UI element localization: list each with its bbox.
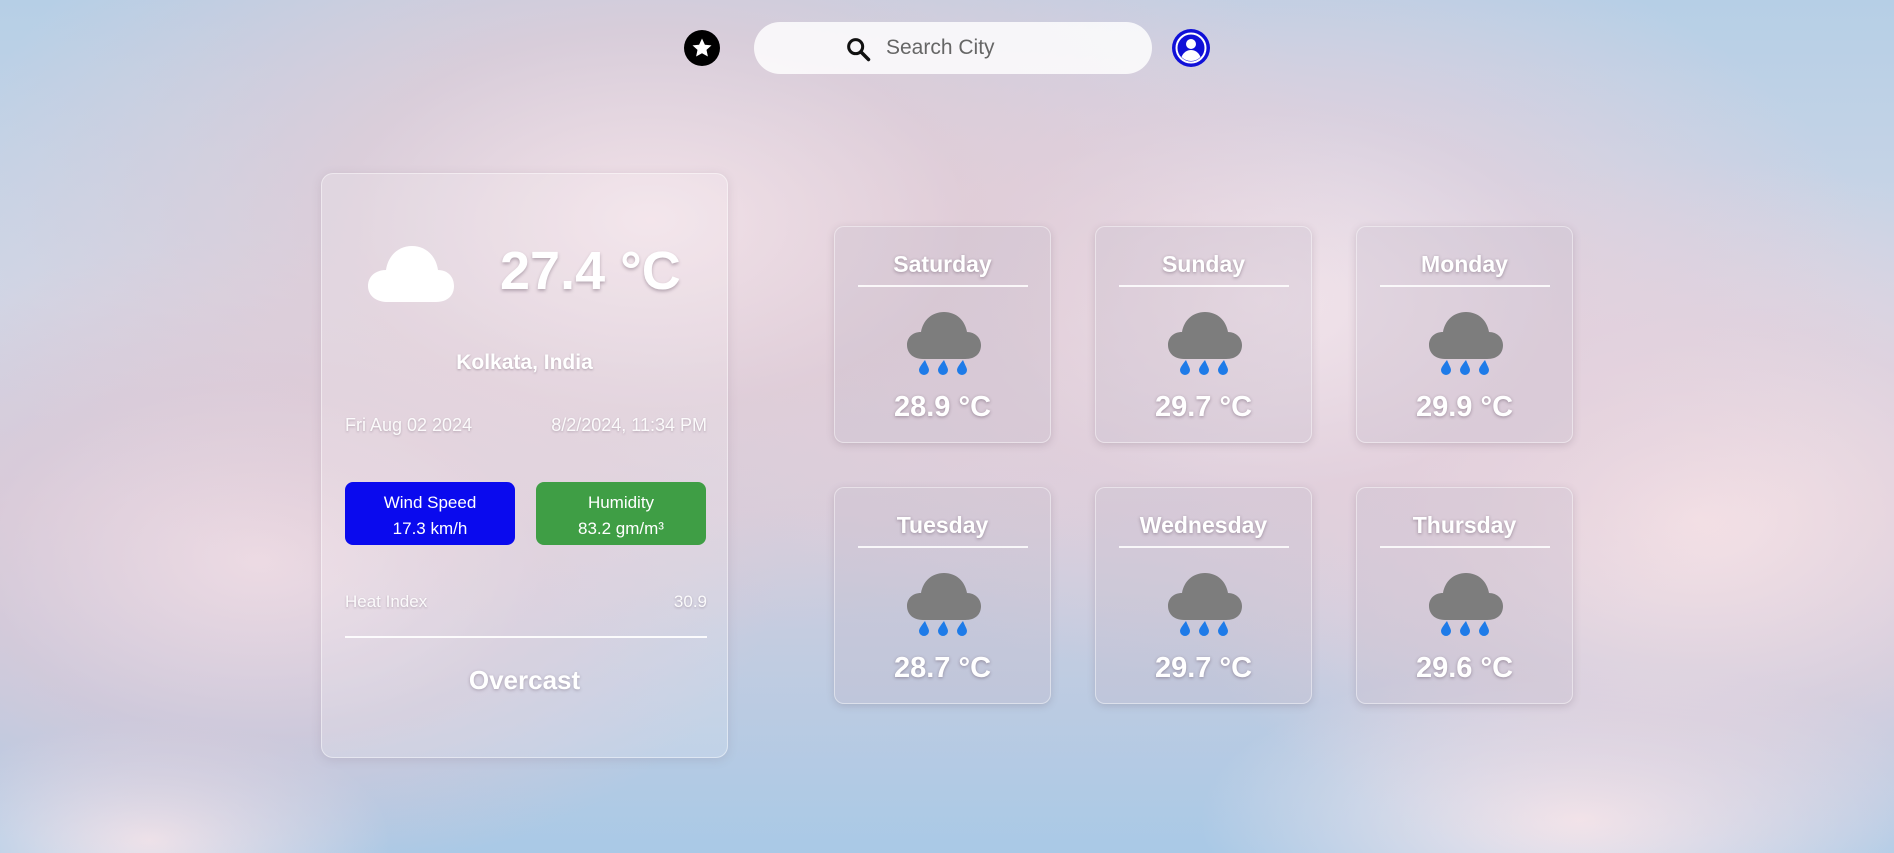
rain-cloud-icon <box>1429 573 1503 636</box>
rain-cloud-icon <box>1429 312 1503 375</box>
top-bar <box>684 22 1210 74</box>
search-input[interactable] <box>884 35 1148 61</box>
datetime-label: 8/2/2024, 11:34 PM <box>551 415 707 435</box>
forecast-card: Monday 29.9 °C <box>1356 226 1573 443</box>
divider <box>1380 546 1550 548</box>
divider <box>1380 285 1550 287</box>
divider <box>345 636 707 638</box>
forecast-temperature: 29.6 °C <box>1415 652 1514 684</box>
divider <box>858 285 1028 287</box>
forecast-temperature: 29.7 °C <box>1154 652 1253 684</box>
user-icon <box>1175 32 1207 64</box>
forecast-temperature: 29.9 °C <box>1415 391 1514 423</box>
forecast-card: Saturday 28.9 °C <box>834 226 1051 443</box>
rain-cloud-icon <box>907 312 981 375</box>
forecast-day: Saturday <box>893 251 992 277</box>
forecast-card: Sunday 29.7 °C <box>1095 226 1312 443</box>
divider <box>1119 546 1289 548</box>
rain-cloud-icon <box>1168 312 1242 375</box>
current-weather-card: 27.4 °C Kolkata, India Fri Aug 02 2024 8… <box>321 173 728 758</box>
weather-condition: Overcast <box>468 665 581 695</box>
cloud-icon <box>368 246 454 302</box>
forecast-temperature: 28.7 °C <box>893 652 992 684</box>
current-temperature: 27.4 °C <box>500 241 681 301</box>
forecast-day: Monday <box>1421 251 1508 277</box>
rain-cloud-icon <box>907 573 981 636</box>
star-icon <box>692 38 712 57</box>
rain-cloud-icon <box>1168 573 1242 636</box>
favorites-button[interactable] <box>684 30 720 66</box>
heat-index-label: Heat Index <box>345 592 428 611</box>
forecast-card: Thursday 29.6 °C <box>1356 487 1573 704</box>
search-icon[interactable] <box>844 35 872 63</box>
date-label: Fri Aug 02 2024 <box>345 415 473 435</box>
search-bar[interactable] <box>754 22 1152 74</box>
forecast-temperature: 28.9 °C <box>893 391 992 423</box>
heat-index-value: 30.9 <box>673 592 707 611</box>
profile-button[interactable] <box>1172 29 1210 67</box>
forecast-card: Wednesday 29.7 °C <box>1095 487 1312 704</box>
forecast-grid: Saturday 28.9 °C Sunday 29.7 °C Monday 2… <box>834 226 1573 704</box>
forecast-day: Tuesday <box>896 512 989 538</box>
divider <box>1119 285 1289 287</box>
forecast-day: Sunday <box>1161 251 1246 277</box>
divider <box>858 546 1028 548</box>
wind-speed-box: Wind Speed 17.3 km/h <box>345 482 515 545</box>
wind-speed-value: 17.3 km/h <box>392 519 468 538</box>
humidity-label: Humidity <box>587 493 655 512</box>
forecast-temperature: 29.7 °C <box>1154 391 1253 423</box>
forecast-card: Tuesday 28.7 °C <box>834 487 1051 704</box>
forecast-day: Wednesday <box>1139 512 1268 538</box>
humidity-box: Humidity 83.2 gm/m³ <box>536 482 706 545</box>
location-label: Kolkata, India <box>456 351 593 374</box>
wind-speed-label: Wind Speed <box>383 493 477 512</box>
humidity-value: 83.2 gm/m³ <box>578 519 664 538</box>
forecast-day: Thursday <box>1412 512 1517 538</box>
